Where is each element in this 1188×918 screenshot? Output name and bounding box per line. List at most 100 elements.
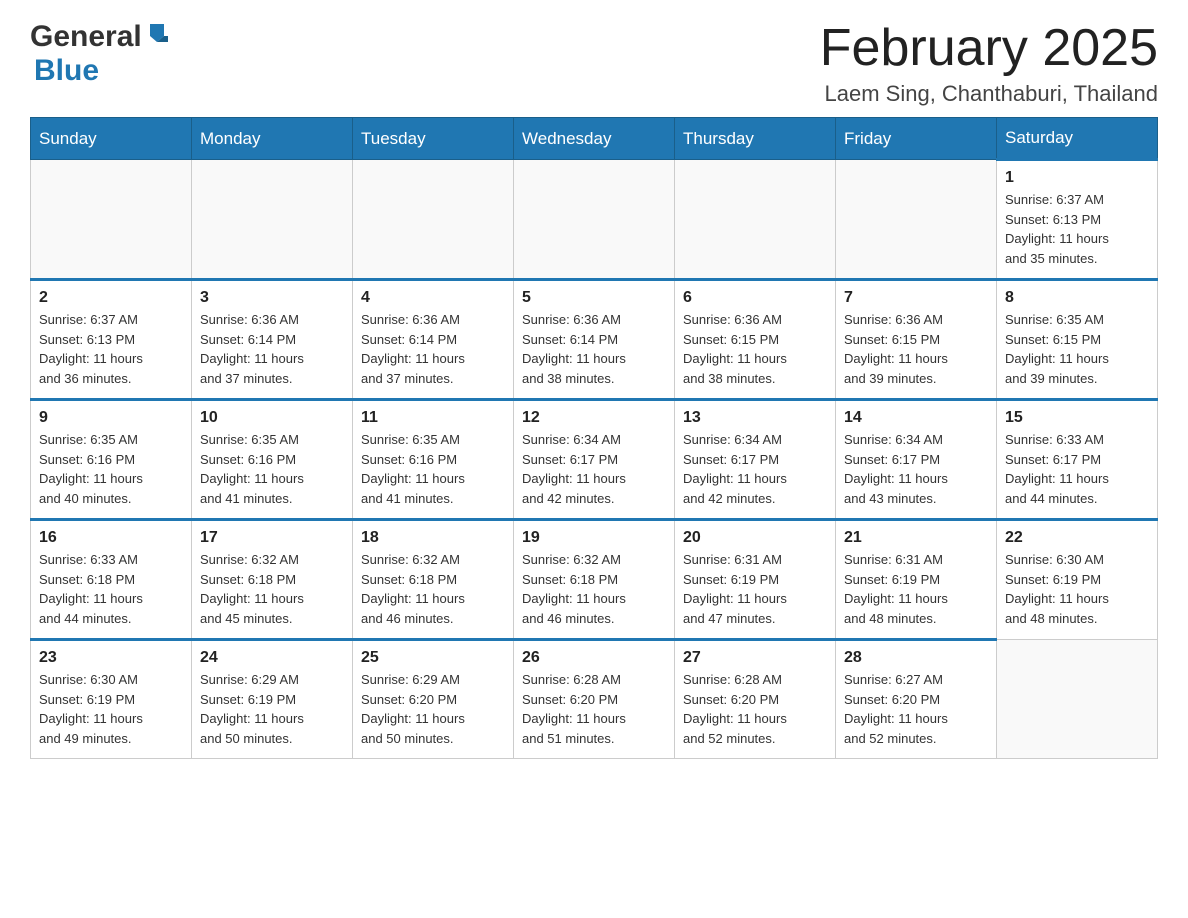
calendar-cell: 22 Sunrise: 6:30 AM Sunset: 6:19 PM Dayli… [997,520,1158,640]
calendar-cell: 14Sunrise: 6:34 AM Sunset: 6:17 PM Dayli… [836,400,997,520]
calendar-header-friday: Friday [836,118,997,160]
day-info: Sunrise: 6:36 AM Sunset: 6:14 PM Dayligh… [200,310,344,388]
day-number: 23 [39,649,183,667]
day-number: 4 [361,289,505,307]
day-number: 24 [200,649,344,667]
day-info: Sunrise: 6:34 AM Sunset: 6:17 PM Dayligh… [522,430,666,508]
calendar-header-saturday: Saturday [997,118,1158,160]
day-number: 5 [522,289,666,307]
calendar-cell: 2 Sunrise: 6:37 AM Sunset: 6:13 PM Daylig… [31,280,192,400]
day-number: 26 [522,649,666,667]
day-number: 21 [844,529,988,547]
day-info: Sunrise: 6:36 AM Sunset: 6:14 PM Dayligh… [361,310,505,388]
day-info: Sunrise: 6:36 AM Sunset: 6:15 PM Dayligh… [683,310,827,388]
day-info: Sunrise: 6:34 AM Sunset: 6:17 PM Dayligh… [844,430,988,508]
calendar-header-tuesday: Tuesday [353,118,514,160]
day-info: Sunrise: 6:32 AM Sunset: 6:18 PM Dayligh… [200,550,344,628]
calendar-table: SundayMondayTuesdayWednesdayThursdayFrid… [30,117,1158,759]
day-number: 16 [39,529,183,547]
logo-blue-text: Blue [34,54,99,87]
day-number: 9 [39,409,183,427]
day-number: 1 [1005,169,1149,187]
day-number: 22 [1005,529,1149,547]
day-info: Sunrise: 6:29 AM Sunset: 6:19 PM Dayligh… [200,670,344,748]
calendar-week-1: 2 Sunrise: 6:37 AM Sunset: 6:13 PM Daylig… [31,280,1158,400]
day-number: 27 [683,649,827,667]
logo-chevron-icon [146,22,168,49]
location-title: Laem Sing, Chanthaburi, Thailand [820,81,1158,107]
calendar-cell: 27 Sunrise: 6:28 AM Sunset: 6:20 PM Dayli… [675,640,836,759]
day-number: 8 [1005,289,1149,307]
calendar-cell: 23 Sunrise: 6:30 AM Sunset: 6:19 PM Dayli… [31,640,192,759]
day-info: Sunrise: 6:34 AM Sunset: 6:17 PM Dayligh… [683,430,827,508]
calendar-header-sunday: Sunday [31,118,192,160]
calendar-cell: 19 Sunrise: 6:32 AM Sunset: 6:18 PM Dayli… [514,520,675,640]
calendar-cell: 12 Sunrise: 6:34 AM Sunset: 6:17 PM Dayli… [514,400,675,520]
logo: General Blue [30,20,168,88]
calendar-cell: 7Sunrise: 6:36 AM Sunset: 6:15 PM Daylig… [836,280,997,400]
day-number: 10 [200,409,344,427]
day-number: 13 [683,409,827,427]
calendar-cell [836,160,997,280]
calendar-cell: 1Sunrise: 6:37 AM Sunset: 6:13 PM Daylig… [997,160,1158,280]
calendar-week-0: 1Sunrise: 6:37 AM Sunset: 6:13 PM Daylig… [31,160,1158,280]
calendar-cell: 21 Sunrise: 6:31 AM Sunset: 6:19 PM Dayli… [836,520,997,640]
calendar-week-3: 16 Sunrise: 6:33 AM Sunset: 6:18 PM Dayli… [31,520,1158,640]
day-info: Sunrise: 6:30 AM Sunset: 6:19 PM Dayligh… [1005,550,1149,628]
day-info: Sunrise: 6:33 AM Sunset: 6:17 PM Dayligh… [1005,430,1149,508]
day-info: Sunrise: 6:35 AM Sunset: 6:16 PM Dayligh… [39,430,183,508]
calendar-cell: 13 Sunrise: 6:34 AM Sunset: 6:17 PM Dayli… [675,400,836,520]
calendar-cell: 9 Sunrise: 6:35 AM Sunset: 6:16 PM Daylig… [31,400,192,520]
day-info: Sunrise: 6:30 AM Sunset: 6:19 PM Dayligh… [39,670,183,748]
calendar-week-4: 23 Sunrise: 6:30 AM Sunset: 6:19 PM Dayli… [31,640,1158,759]
day-info: Sunrise: 6:31 AM Sunset: 6:19 PM Dayligh… [844,550,988,628]
day-info: Sunrise: 6:33 AM Sunset: 6:18 PM Dayligh… [39,550,183,628]
day-number: 19 [522,529,666,547]
calendar-cell: 16 Sunrise: 6:33 AM Sunset: 6:18 PM Dayli… [31,520,192,640]
calendar-cell: 28 Sunrise: 6:27 AM Sunset: 6:20 PM Dayli… [836,640,997,759]
calendar-cell [514,160,675,280]
day-number: 11 [361,409,505,427]
day-number: 25 [361,649,505,667]
calendar-header-monday: Monday [192,118,353,160]
day-info: Sunrise: 6:28 AM Sunset: 6:20 PM Dayligh… [683,670,827,748]
day-number: 2 [39,289,183,307]
day-number: 6 [683,289,827,307]
calendar-cell [31,160,192,280]
day-info: Sunrise: 6:28 AM Sunset: 6:20 PM Dayligh… [522,670,666,748]
calendar-cell: 20 Sunrise: 6:31 AM Sunset: 6:19 PM Dayli… [675,520,836,640]
logo-general-text: General [30,20,142,54]
calendar-cell [997,640,1158,759]
day-info: Sunrise: 6:36 AM Sunset: 6:14 PM Dayligh… [522,310,666,388]
calendar-cell: 5 Sunrise: 6:36 AM Sunset: 6:14 PM Daylig… [514,280,675,400]
calendar-header-thursday: Thursday [675,118,836,160]
calendar-cell: 24 Sunrise: 6:29 AM Sunset: 6:19 PM Dayli… [192,640,353,759]
day-info: Sunrise: 6:36 AM Sunset: 6:15 PM Dayligh… [844,310,988,388]
calendar-cell: 25 Sunrise: 6:29 AM Sunset: 6:20 PM Dayli… [353,640,514,759]
day-number: 28 [844,649,988,667]
day-number: 3 [200,289,344,307]
day-info: Sunrise: 6:29 AM Sunset: 6:20 PM Dayligh… [361,670,505,748]
calendar-cell: 26 Sunrise: 6:28 AM Sunset: 6:20 PM Dayli… [514,640,675,759]
day-number: 20 [683,529,827,547]
calendar-cell [192,160,353,280]
calendar-week-2: 9 Sunrise: 6:35 AM Sunset: 6:16 PM Daylig… [31,400,1158,520]
calendar-cell [675,160,836,280]
day-info: Sunrise: 6:35 AM Sunset: 6:16 PM Dayligh… [200,430,344,508]
calendar-cell: 4 Sunrise: 6:36 AM Sunset: 6:14 PM Daylig… [353,280,514,400]
day-info: Sunrise: 6:31 AM Sunset: 6:19 PM Dayligh… [683,550,827,628]
calendar-cell: 3 Sunrise: 6:36 AM Sunset: 6:14 PM Daylig… [192,280,353,400]
day-info: Sunrise: 6:27 AM Sunset: 6:20 PM Dayligh… [844,670,988,748]
day-info: Sunrise: 6:35 AM Sunset: 6:16 PM Dayligh… [361,430,505,508]
day-number: 12 [522,409,666,427]
day-number: 15 [1005,409,1149,427]
calendar-cell: 10 Sunrise: 6:35 AM Sunset: 6:16 PM Dayli… [192,400,353,520]
calendar-cell: 8 Sunrise: 6:35 AM Sunset: 6:15 PM Daylig… [997,280,1158,400]
day-info: Sunrise: 6:37 AM Sunset: 6:13 PM Dayligh… [39,310,183,388]
day-info: Sunrise: 6:32 AM Sunset: 6:18 PM Dayligh… [522,550,666,628]
calendar-cell [353,160,514,280]
calendar-cell: 15 Sunrise: 6:33 AM Sunset: 6:17 PM Dayli… [997,400,1158,520]
calendar-cell: 18Sunrise: 6:32 AM Sunset: 6:18 PM Dayli… [353,520,514,640]
day-number: 17 [200,529,344,547]
day-info: Sunrise: 6:35 AM Sunset: 6:15 PM Dayligh… [1005,310,1149,388]
